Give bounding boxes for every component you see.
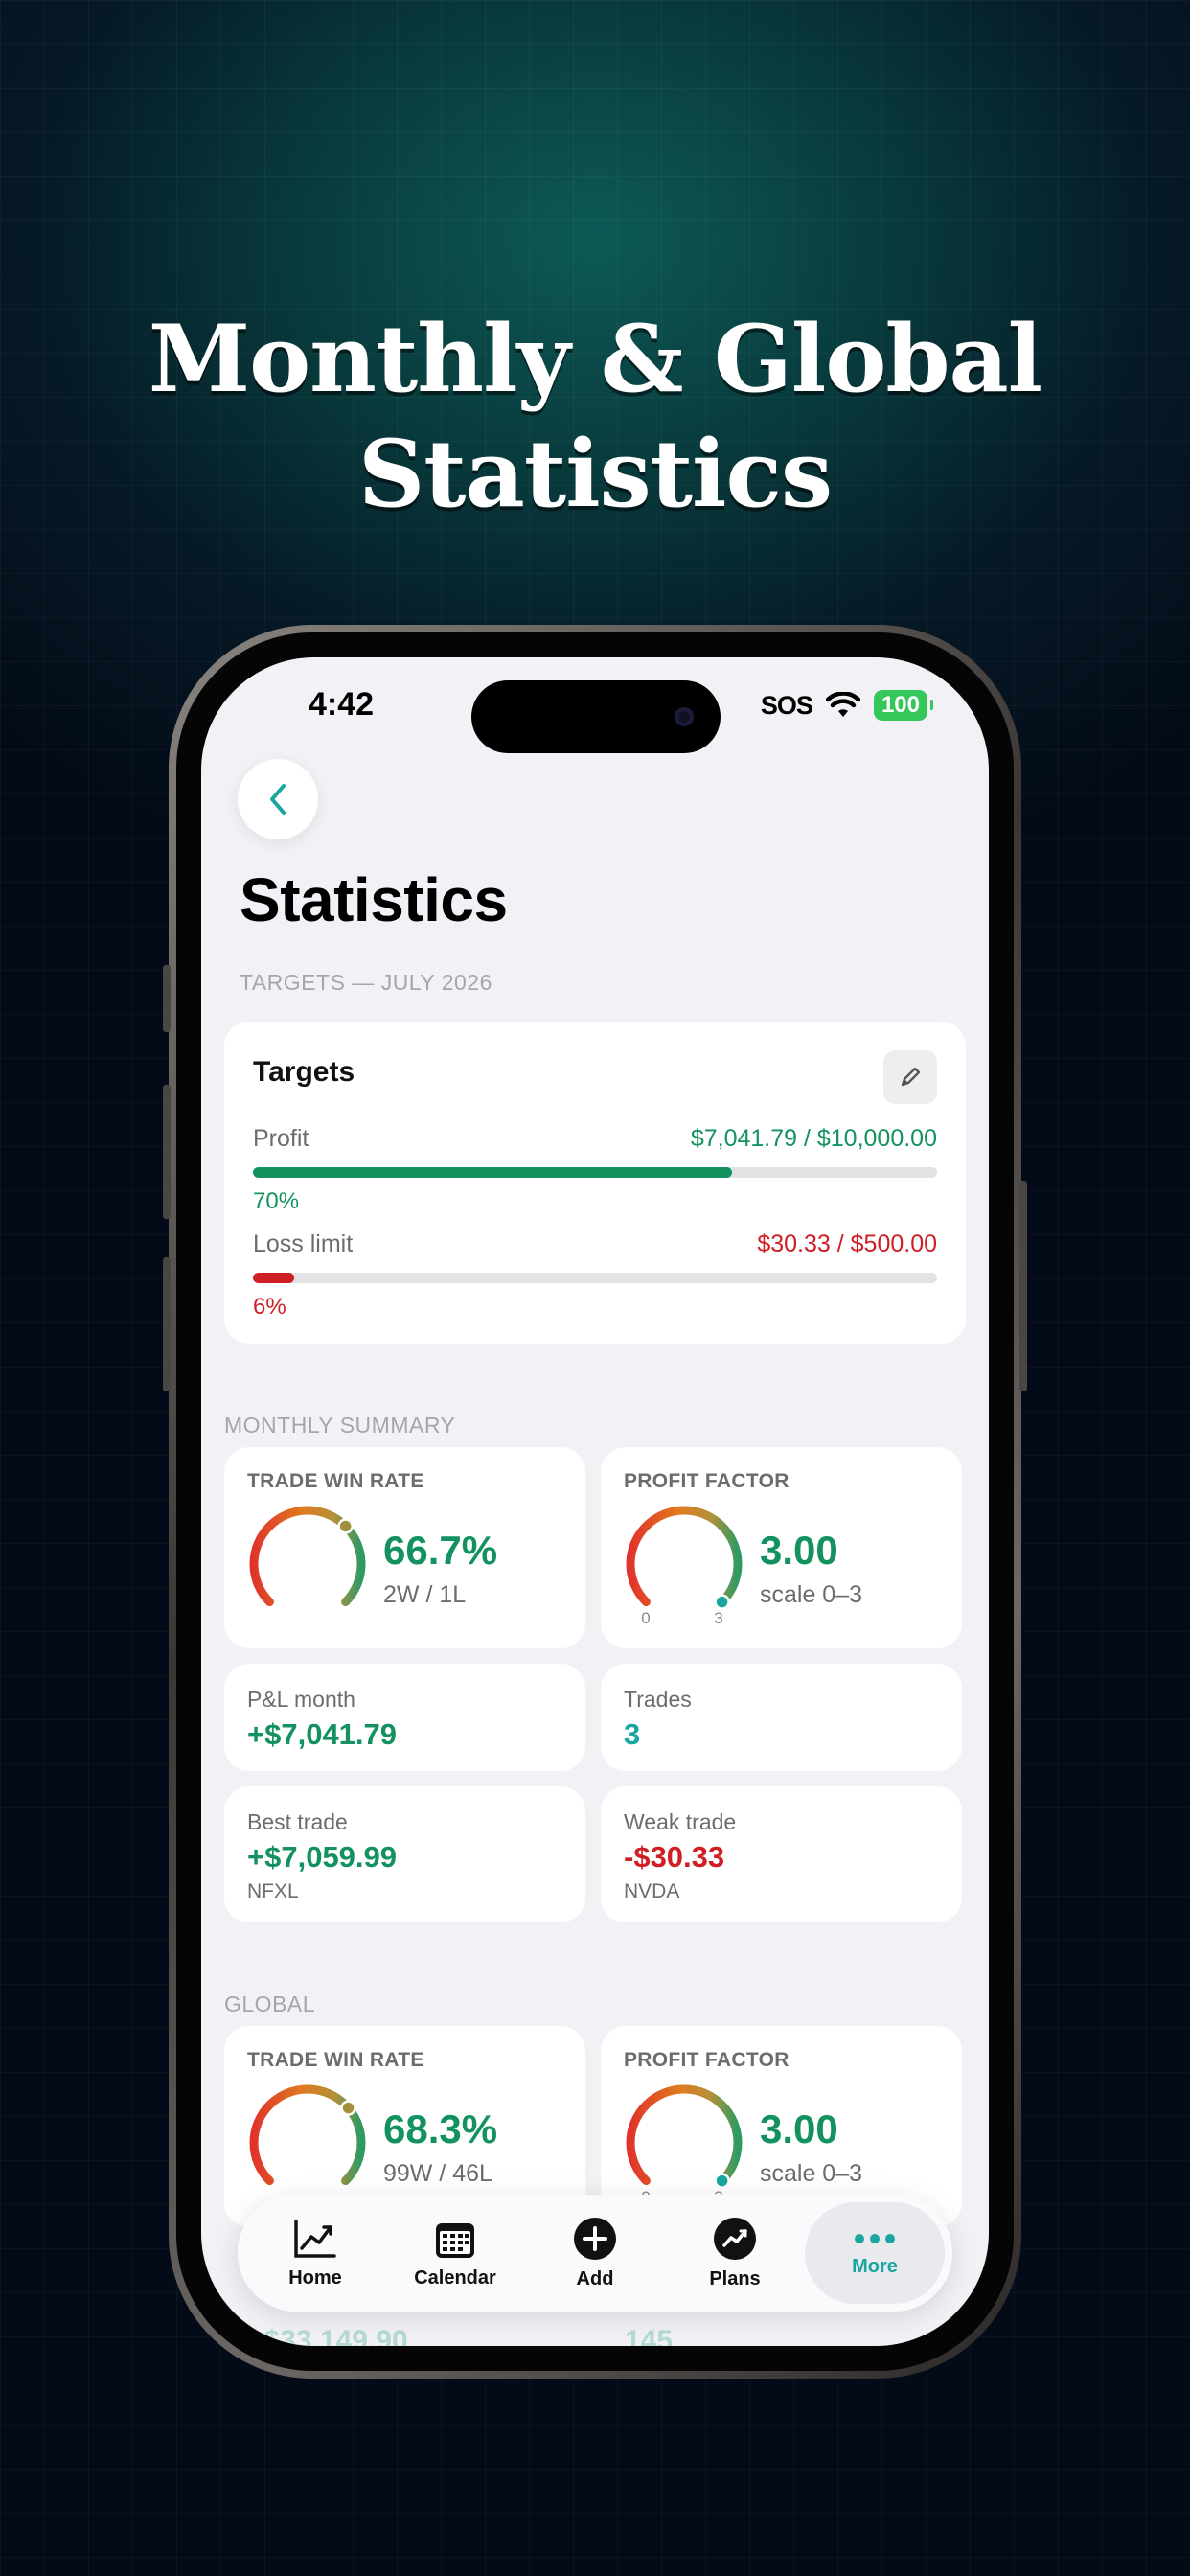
tab-calendar[interactable]: Calendar xyxy=(385,2202,525,2304)
global-profit-factor-sub: scale 0–3 xyxy=(760,2160,863,2187)
volume-up-button xyxy=(163,1085,171,1219)
targets-section-label: TARGETS — JULY 2026 xyxy=(240,970,492,995)
tab-add-label: Add xyxy=(576,2267,614,2289)
monthly-profit-factor-value: 3.00 xyxy=(760,1528,838,1573)
global-win-rate-title: TRADE WIN RATE xyxy=(247,2049,424,2071)
tab-plans[interactable]: Plans xyxy=(665,2202,805,2304)
global-profit-factor-title: PROFIT FACTOR xyxy=(624,2049,790,2071)
best-trade-card[interactable]: Best trade +$7,059.99 NFXL xyxy=(224,1786,585,1922)
gauge-marker xyxy=(714,1594,730,1610)
monthly-section-label: MONTHLY SUMMARY xyxy=(224,1413,456,1438)
loss-limit-percent: 6% xyxy=(253,1294,286,1320)
monthly-profit-factor-card: PROFIT FACTOR 03 3.00 scale 0–3 xyxy=(601,1447,962,1648)
power-button xyxy=(1019,1181,1027,1392)
best-trade-value: +$7,059.99 xyxy=(247,1840,398,1874)
page-title: Statistics xyxy=(240,865,508,934)
weak-trade-value: -$30.33 xyxy=(624,1840,725,1874)
tab-add[interactable]: Add xyxy=(525,2202,665,2304)
ellipsis-icon xyxy=(855,2233,895,2243)
monthly-win-rate-title: TRADE WIN RATE xyxy=(247,1470,424,1492)
profit-progress-bar xyxy=(253,1167,937,1178)
monthly-pnl-card: P&L month +$7,041.79 xyxy=(224,1664,585,1771)
gauge-marker xyxy=(714,2173,730,2189)
monthly-trades-card: Trades 3 xyxy=(601,1664,962,1771)
monthly-pnl-value: +$7,041.79 xyxy=(247,1717,398,1751)
gauge-tick-label: 3 xyxy=(714,1609,722,1627)
profit-target-label: Profit xyxy=(253,1125,309,1152)
gauge-marker xyxy=(337,1518,354,1534)
loss-limit-label: Loss limit xyxy=(253,1230,354,1257)
monthly-trades-label: Trades xyxy=(624,1687,692,1712)
global-trades-value: 145 xyxy=(625,2325,674,2346)
tab-home-label: Home xyxy=(288,2266,342,2288)
global-win-rate-gauge xyxy=(249,2084,366,2186)
profit-progress-fill xyxy=(253,1167,732,1178)
profit-target-value: $7,041.79 / $10,000.00 xyxy=(690,1125,937,1152)
wifi-icon xyxy=(825,692,860,717)
loss-progress-bar xyxy=(253,1273,937,1283)
monthly-profit-factor-gauge: 03 xyxy=(626,1506,743,1627)
loss-limit-value: $30.33 / $500.00 xyxy=(757,1230,937,1257)
sos-label: SOS xyxy=(760,690,813,720)
back-button[interactable] xyxy=(238,759,318,840)
status-time: 4:42 xyxy=(309,686,375,723)
weak-trade-card[interactable]: Weak trade -$30.33 NVDA xyxy=(601,1786,962,1922)
plus-circle-icon xyxy=(574,2217,616,2260)
global-win-rate-value: 68.3% xyxy=(383,2106,498,2151)
gauge-arc xyxy=(626,1506,743,1607)
promo-headline: Monthly & Global Statistics xyxy=(0,302,1190,532)
status-indicators: SOS 100 xyxy=(760,690,934,721)
tab-bar: Home Calendar Add Plans More xyxy=(238,2195,952,2312)
best-trade-label: Best trade xyxy=(247,1809,348,1834)
edit-targets-button[interactable] xyxy=(883,1050,937,1104)
dynamic-island xyxy=(471,680,721,753)
gauge-arc xyxy=(626,2084,743,2186)
tab-plans-label: Plans xyxy=(709,2267,761,2289)
gauge-marker xyxy=(340,2100,356,2116)
camera-icon xyxy=(675,707,694,726)
monthly-win-rate-gauge xyxy=(249,1506,366,1607)
tab-more[interactable]: More xyxy=(805,2202,945,2304)
best-trade-ticker: NFXL xyxy=(247,1880,299,1902)
pencil-icon xyxy=(901,1067,921,1087)
global-pnl-value: +$33,149.90 xyxy=(247,2325,408,2346)
calendar-icon xyxy=(436,2222,474,2258)
app-screen: 4:42 SOS 100 Statistics TARGETS — JULY 2… xyxy=(201,657,989,2346)
headline-line-2: Statistics xyxy=(357,420,833,528)
action-button xyxy=(163,965,171,1032)
loss-limit-row: Loss limit $30.33 / $500.00 6% xyxy=(253,1230,937,1320)
monthly-win-rate-value: 66.7% xyxy=(383,1528,498,1573)
global-profit-factor-value: 3.00 xyxy=(760,2106,838,2151)
monthly-profit-factor-title: PROFIT FACTOR xyxy=(624,1470,790,1492)
tab-home[interactable]: Home xyxy=(245,2202,385,2304)
targets-title: Targets xyxy=(253,1056,355,1088)
chevron-left-icon xyxy=(270,784,286,815)
weak-trade-label: Weak trade xyxy=(624,1809,737,1834)
global-section-label: GLOBAL xyxy=(224,1991,316,2016)
chart-line-icon xyxy=(294,2219,336,2258)
battery-icon: 100 xyxy=(873,690,934,721)
monthly-win-rate-sub: 2W / 1L xyxy=(383,1581,467,1608)
headline-line-1: Monthly & Global xyxy=(148,305,1042,413)
phone-frame: 4:42 SOS 100 Statistics TARGETS — JULY 2… xyxy=(163,625,1027,2379)
monthly-win-rate-card: TRADE WIN RATE 66.7% 2W / 1L xyxy=(224,1447,585,1648)
gauge-tick-label: 0 xyxy=(641,1609,650,1627)
targets-card: Targets Profit $7,041.79 / $10,000.00 70… xyxy=(224,1022,966,1344)
profit-target-percent: 70% xyxy=(253,1188,300,1214)
loss-progress-fill xyxy=(253,1273,294,1283)
chart-circle-icon xyxy=(714,2217,756,2260)
profit-target-row: Profit $7,041.79 / $10,000.00 70% xyxy=(253,1125,937,1214)
monthly-trades-value: 3 xyxy=(624,1717,641,1751)
volume-down-button xyxy=(163,1257,171,1392)
tab-calendar-label: Calendar xyxy=(414,2266,496,2288)
monthly-pnl-label: P&L month xyxy=(247,1687,355,1712)
weak-trade-ticker: NVDA xyxy=(624,1880,680,1902)
monthly-profit-factor-sub: scale 0–3 xyxy=(760,1581,863,1608)
global-profit-factor-gauge: 03 xyxy=(626,2084,743,2206)
global-win-rate-sub: 99W / 46L xyxy=(383,2160,492,2187)
tab-more-label: More xyxy=(852,2255,898,2277)
